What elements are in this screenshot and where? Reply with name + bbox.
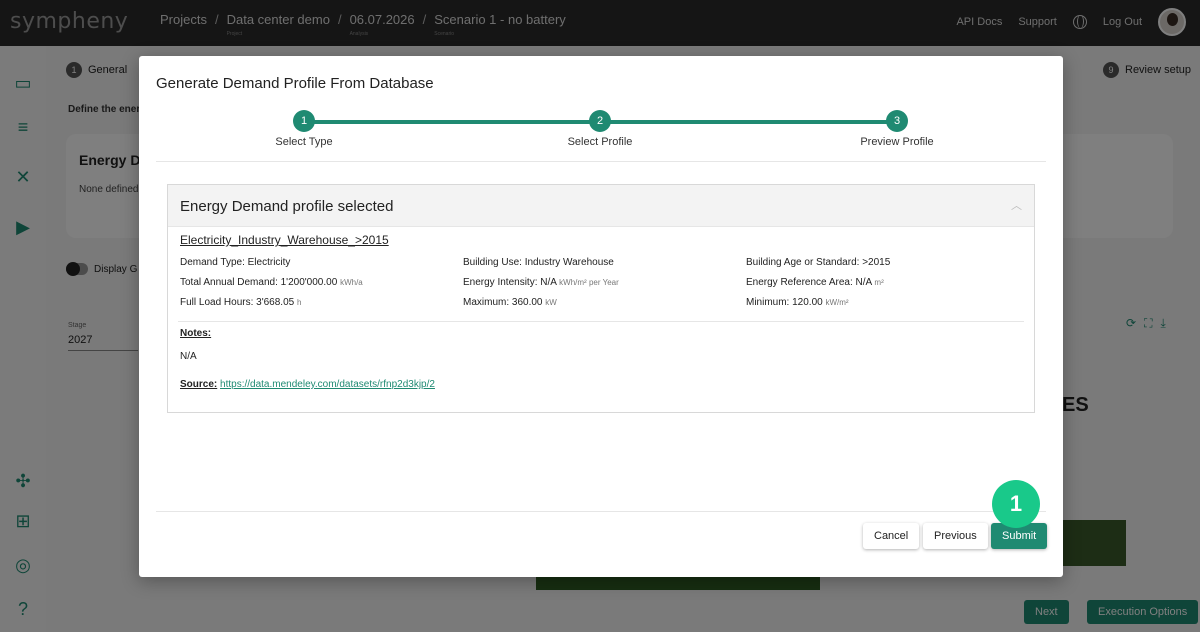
- minimum: Minimum: 120.00 kW/m²: [746, 297, 849, 308]
- footer-divider: [156, 511, 1046, 512]
- full-load-hours: Full Load Hours: 3'668.05 h: [180, 297, 302, 308]
- panel-header[interactable]: Energy Demand profile selected ︿: [168, 185, 1034, 227]
- notes-label: Notes:: [180, 328, 212, 339]
- profile-name: Electricity_Industry_Warehouse_>2015: [180, 233, 389, 247]
- chevron-up-icon[interactable]: ︿: [1011, 197, 1022, 213]
- source-line: Source: https://data.mendeley.com/datase…: [180, 379, 435, 390]
- energy-reference-area: Energy Reference Area: N/A m²: [746, 277, 884, 288]
- step-2-label: Select Profile: [567, 136, 633, 148]
- profile-preview-panel: Energy Demand profile selected ︿ Electri…: [167, 184, 1035, 413]
- stepper: 1 Select Type 2 Select Profile 3 Preview…: [156, 108, 1046, 162]
- panel-title: Energy Demand profile selected: [180, 198, 394, 215]
- step-3-indicator[interactable]: 3: [886, 110, 908, 132]
- demand-type: Demand Type: Electricity: [180, 257, 291, 268]
- step-2-indicator[interactable]: 2: [589, 110, 611, 132]
- step-3-label: Preview Profile: [860, 136, 934, 148]
- step-1-indicator[interactable]: 1: [293, 110, 315, 132]
- annotation-badge: 1: [992, 480, 1040, 528]
- energy-intensity: Energy Intensity: N/A kWh/m² per Year: [463, 277, 619, 288]
- notes-value: N/A: [180, 351, 197, 362]
- cancel-button[interactable]: Cancel: [863, 523, 920, 549]
- total-annual-demand: Total Annual Demand: 1'200'000.00 kWh/a: [180, 277, 363, 288]
- building-age: Building Age or Standard: >2015: [746, 257, 891, 268]
- previous-button[interactable]: Previous: [923, 523, 988, 549]
- dialog-title: Generate Demand Profile From Database: [156, 75, 434, 92]
- panel-divider: [178, 321, 1024, 322]
- generate-demand-profile-dialog: Generate Demand Profile From Database 1 …: [139, 56, 1063, 577]
- building-use: Building Use: Industry Warehouse: [463, 257, 614, 268]
- source-label: Source:: [180, 379, 218, 390]
- step-1-label: Select Type: [275, 136, 333, 148]
- source-link[interactable]: https://data.mendeley.com/datasets/rfnp2…: [220, 379, 435, 390]
- maximum: Maximum: 360.00 kW: [463, 297, 557, 308]
